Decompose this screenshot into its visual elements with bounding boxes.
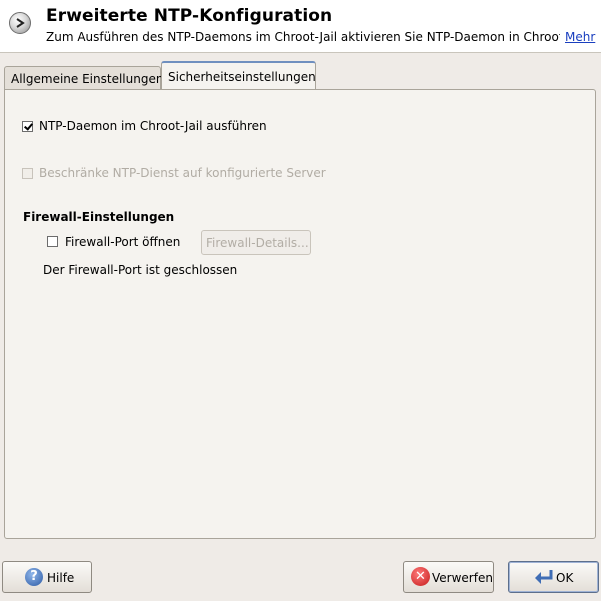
restrict-checkbox-label: Beschränke NTP-Dienst auf konfigurierte …	[39, 166, 326, 180]
help-button[interactable]: ? Hilfe	[2, 561, 92, 593]
help-button-label: Hilfe	[47, 571, 75, 585]
firewall-section-title: Firewall-Einstellungen	[23, 210, 175, 224]
page-title: Erweiterte NTP-Konfiguration	[46, 6, 333, 26]
ok-button[interactable]: OK	[508, 561, 599, 593]
firewall-status-text: Der Firewall-Port ist geschlossen	[43, 263, 238, 277]
restrict-checkbox	[22, 168, 33, 179]
page-subtitle: Zum Ausführen des NTP-Daemons im Chroot-…	[46, 30, 560, 44]
firewall-details-label: Firewall-Details...	[206, 236, 309, 250]
firewall-details-button: Firewall-Details...	[201, 230, 311, 255]
chroot-checkbox[interactable]	[22, 121, 33, 132]
main-area: Allgemeine Einstellungen Sicherheitseins…	[0, 53, 601, 601]
ok-button-label: OK	[556, 571, 574, 585]
security-settings-panel: NTP-Daemon im Chroot-Jail ausführen Besc…	[4, 89, 596, 539]
chroot-checkbox-label[interactable]: NTP-Daemon im Chroot-Jail ausführen	[39, 119, 267, 133]
tab-general-settings[interactable]: Allgemeine Einstellungen	[4, 66, 163, 90]
tab-security-settings[interactable]: Sicherheitseinstellungen	[161, 61, 316, 90]
cancel-icon: ✕	[411, 567, 430, 586]
firewall-port-label[interactable]: Firewall-Port öffnen	[65, 235, 180, 249]
return-arrow-icon	[533, 567, 555, 587]
more-link[interactable]: Mehr	[565, 30, 595, 44]
help-icon: ?	[25, 568, 43, 586]
cancel-button-label: Verwerfen	[432, 571, 493, 585]
firewall-port-checkbox[interactable]	[47, 236, 58, 247]
cancel-button[interactable]: ✕ Verwerfen	[403, 561, 494, 593]
header: Erweiterte NTP-Konfiguration Zum Ausführ…	[0, 0, 601, 53]
clock-arrow-icon	[9, 12, 31, 34]
